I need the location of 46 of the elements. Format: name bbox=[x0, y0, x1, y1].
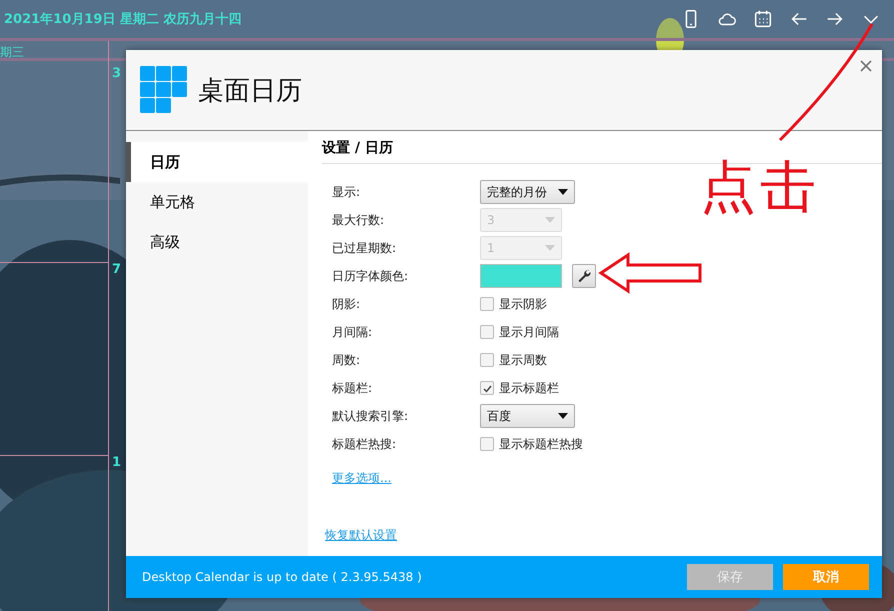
calendar-icon[interactable] bbox=[752, 8, 774, 30]
close-icon[interactable] bbox=[860, 60, 872, 72]
setting-label: 已过星期数: bbox=[332, 240, 398, 256]
wrench-icon bbox=[577, 269, 591, 283]
caret-icon bbox=[558, 413, 568, 419]
checkbox-label: 显示标题栏热搜 bbox=[499, 436, 583, 452]
checkbox-label: 显示月间隔 bbox=[499, 324, 559, 340]
date-title: 2021年10月19日 星期二 农历九月十四 bbox=[4, 11, 242, 28]
setting-label: 标题栏热搜: bbox=[332, 436, 398, 452]
caret-icon bbox=[545, 217, 555, 223]
checkbox-label: 显示周数 bbox=[499, 352, 547, 368]
dialog-button[interactable]: 取消 bbox=[783, 564, 869, 590]
sidebar-item[interactable]: 日历 bbox=[126, 142, 308, 182]
checkbox[interactable] bbox=[480, 353, 494, 367]
dropdown[interactable]: 完整的月份 bbox=[480, 180, 575, 204]
weekday-header: 期三 bbox=[0, 45, 24, 59]
reset-defaults-link[interactable]: 恢复默认设置 bbox=[325, 527, 397, 544]
setting-label: 日历字体颜色: bbox=[332, 268, 410, 284]
app-title: 桌面日历 bbox=[198, 74, 302, 108]
setting-label: 显示: bbox=[332, 184, 362, 200]
dropdown[interactable]: 百度 bbox=[480, 404, 575, 428]
checkbox[interactable] bbox=[480, 381, 494, 395]
setting-label: 月间隔: bbox=[332, 324, 374, 340]
caret-icon bbox=[558, 189, 568, 195]
sidebar-item[interactable]: 单元格 bbox=[126, 182, 308, 222]
check-icon bbox=[482, 384, 492, 392]
setting-label: 阴影: bbox=[332, 296, 362, 312]
day-number: 3 bbox=[112, 66, 122, 81]
status-text: Desktop Calendar is up to date ( 2.3.95.5438 ) bbox=[142, 570, 423, 584]
checkbox-label: 显示阴影 bbox=[499, 296, 547, 312]
checkbox[interactable] bbox=[480, 297, 494, 311]
setting-label: 标题栏: bbox=[332, 380, 374, 396]
setting-label: 最大行数: bbox=[332, 212, 386, 228]
day-number: 1 bbox=[112, 455, 122, 470]
color-swatch[interactable] bbox=[480, 264, 562, 288]
wrench-button[interactable] bbox=[572, 264, 596, 288]
sidebar-item[interactable]: 高级 bbox=[126, 222, 308, 262]
day-number: 7 bbox=[112, 262, 122, 277]
checkbox[interactable] bbox=[480, 437, 494, 451]
checkbox-label: 显示标题栏 bbox=[499, 380, 559, 396]
caret-icon bbox=[545, 245, 555, 251]
setting-label: 周数: bbox=[332, 352, 362, 368]
app-logo-icon bbox=[140, 66, 188, 114]
more-options-link[interactable]: 更多选项... bbox=[332, 470, 392, 487]
setting-label: 默认搜索引擎: bbox=[332, 408, 410, 424]
checkbox[interactable] bbox=[480, 325, 494, 339]
